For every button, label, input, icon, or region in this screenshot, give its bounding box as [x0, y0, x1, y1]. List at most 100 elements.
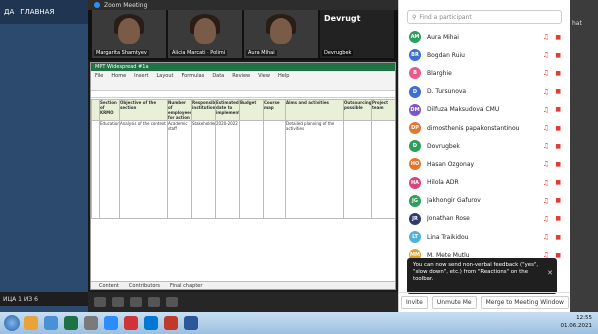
- camera-off-icon[interactable]: ■: [555, 179, 561, 186]
- table-cell[interactable]: [263, 120, 286, 219]
- zoom-icon[interactable]: [104, 316, 118, 330]
- mic-muted-icon[interactable]: ♫: [543, 33, 549, 41]
- table-cell[interactable]: [343, 120, 372, 219]
- excel-icon[interactable]: [64, 316, 78, 330]
- app-icon[interactable]: [84, 316, 98, 330]
- spreadsheet-grid[interactable]: Section of KRMO Objective of the section…: [91, 99, 395, 283]
- mic-muted-icon[interactable]: ♫: [543, 88, 549, 96]
- table-cell[interactable]: [371, 120, 395, 219]
- menu-layout[interactable]: Layout: [156, 73, 173, 79]
- participant-row[interactable]: MM M. Mete Mutlu ♫ ■: [399, 246, 571, 258]
- table-cell[interactable]: Stakeholders: [191, 120, 216, 219]
- camera-off-icon[interactable]: ■: [555, 234, 561, 241]
- search-input[interactable]: ⚲ Find a participant: [407, 10, 562, 24]
- menu-review[interactable]: Review: [232, 73, 250, 79]
- menu-help[interactable]: Help: [278, 73, 289, 79]
- chat-button[interactable]: [148, 297, 160, 307]
- sheet-tab[interactable]: Final chapter: [170, 283, 202, 289]
- mic-muted-icon[interactable]: ♫: [543, 160, 549, 168]
- participant-row[interactable]: D D. Tursunova ♫ ■: [399, 83, 571, 101]
- camera-off-icon[interactable]: ■: [555, 70, 561, 77]
- header-cell[interactable]: Objective of the section: [119, 99, 168, 121]
- table-cell[interactable]: [239, 120, 264, 219]
- folder-icon[interactable]: [24, 316, 38, 330]
- participant-row[interactable]: LT Lina Traikidou ♫ ■: [399, 228, 571, 246]
- header-cell[interactable]: Outsourcing possible: [343, 99, 372, 121]
- header-cell[interactable]: Responsible institution: [191, 99, 216, 121]
- merge-button[interactable]: Merge to Meeting Window: [480, 296, 569, 309]
- video-tile[interactable]: Devrugt Devrugbek: [320, 10, 394, 58]
- sheet-tab[interactable]: Content: [99, 283, 119, 289]
- start-button[interactable]: [4, 315, 20, 331]
- participant-row[interactable]: BR Bogdan Ruiu ♫ ■: [399, 46, 571, 64]
- mic-muted-icon[interactable]: ♫: [543, 106, 549, 114]
- settings-icon[interactable]: [144, 316, 158, 330]
- mic-muted-icon[interactable]: ♫: [543, 142, 549, 150]
- participant-row[interactable]: AM Aura Mihai ♫ ■: [399, 28, 571, 46]
- table-cell[interactable]: Academic staff: [167, 120, 192, 219]
- video-tile[interactable]: Margarita Shamtyev: [92, 10, 166, 58]
- video-tile[interactable]: Alicia Marcati · Polimi: [168, 10, 242, 58]
- participant-row[interactable]: JR Jonathan Rose ♫ ■: [399, 210, 571, 228]
- header-cell[interactable]: Estimated date to implement: [215, 99, 240, 121]
- left-label-1[interactable]: ГЛАВНАЯ: [20, 8, 54, 16]
- word-icon[interactable]: [184, 316, 198, 330]
- browser-icon[interactable]: [44, 316, 58, 330]
- header-cell[interactable]: Course map: [263, 99, 286, 121]
- share-button[interactable]: [130, 297, 142, 307]
- menu-home[interactable]: Home: [111, 73, 126, 79]
- reactions-button[interactable]: [166, 297, 178, 307]
- table-cell[interactable]: Detailed planning of the activities: [285, 120, 344, 219]
- camera-off-icon[interactable]: ■: [555, 52, 561, 59]
- participant-row[interactable]: HO Hasan Ozgonay ♫ ■: [399, 155, 571, 173]
- header-cell[interactable]: Number of employees for action: [167, 99, 192, 121]
- mic-muted-icon[interactable]: ♫: [543, 51, 549, 59]
- mic-muted-icon[interactable]: ♫: [543, 215, 549, 223]
- participant-name: Jonathan Rose: [427, 215, 470, 223]
- invite-button[interactable]: Invite: [401, 296, 428, 309]
- menu-file[interactable]: File: [95, 73, 103, 79]
- pdf-icon[interactable]: [164, 316, 178, 330]
- participant-row[interactable]: JG Jakhongir Gafurov ♫ ■: [399, 192, 571, 210]
- camera-off-icon[interactable]: ■: [555, 88, 561, 95]
- table-cell[interactable]: Analysis of the context: [119, 120, 168, 219]
- video-button[interactable]: [112, 297, 124, 307]
- camera-off-icon[interactable]: ■: [555, 125, 561, 132]
- media-icon[interactable]: [124, 316, 138, 330]
- participant-row[interactable]: B Blarghie ♫ ■: [399, 64, 571, 82]
- video-name: Devrugbek: [322, 50, 354, 56]
- camera-off-icon[interactable]: ■: [555, 252, 561, 258]
- camera-off-icon[interactable]: ■: [555, 143, 561, 150]
- menu-insert[interactable]: Insert: [134, 73, 148, 79]
- participant-row[interactable]: DM Dilfuza Maksudova CMU ♫ ■: [399, 101, 571, 119]
- header-cell[interactable]: Budget: [239, 99, 264, 121]
- camera-off-icon[interactable]: ■: [555, 197, 561, 204]
- mic-muted-icon[interactable]: ♫: [543, 124, 549, 132]
- mute-button[interactable]: [94, 297, 106, 307]
- camera-off-icon[interactable]: ■: [555, 215, 561, 222]
- camera-off-icon[interactable]: ■: [555, 106, 561, 113]
- mic-muted-icon[interactable]: ♫: [543, 197, 549, 205]
- formula-bar[interactable]: [91, 91, 395, 98]
- video-tile[interactable]: Aura Mihai: [244, 10, 318, 58]
- camera-off-icon[interactable]: ■: [555, 34, 561, 41]
- camera-off-icon[interactable]: ■: [555, 161, 561, 168]
- menu-data[interactable]: Data: [212, 73, 224, 79]
- participant-row[interactable]: D Dovrugbek ♫ ■: [399, 137, 571, 155]
- menu-formulas[interactable]: Formulas: [181, 73, 204, 79]
- mic-muted-icon[interactable]: ♫: [543, 233, 549, 241]
- participant-row[interactable]: DP dimosthenis papakonstantinou ♫ ■: [399, 119, 571, 137]
- close-icon[interactable]: ✕: [547, 270, 553, 277]
- header-cell[interactable]: Aims and activities: [285, 99, 344, 121]
- mic-muted-icon[interactable]: ♫: [543, 179, 549, 187]
- header-cell[interactable]: Project team: [371, 99, 395, 121]
- table-cell[interactable]: 2020-2022: [215, 120, 240, 219]
- unmute-button[interactable]: Unmute Me: [431, 296, 477, 309]
- table-cell[interactable]: Education: [99, 120, 120, 219]
- menu-view[interactable]: View: [258, 73, 270, 79]
- mic-muted-icon[interactable]: ♫: [543, 251, 549, 258]
- header-cell[interactable]: Section of KRMO: [99, 99, 120, 121]
- sheet-tab[interactable]: Contributors: [129, 283, 160, 289]
- mic-muted-icon[interactable]: ♫: [543, 69, 549, 77]
- participant-row[interactable]: HA Hilola ADR ♫ ■: [399, 174, 571, 192]
